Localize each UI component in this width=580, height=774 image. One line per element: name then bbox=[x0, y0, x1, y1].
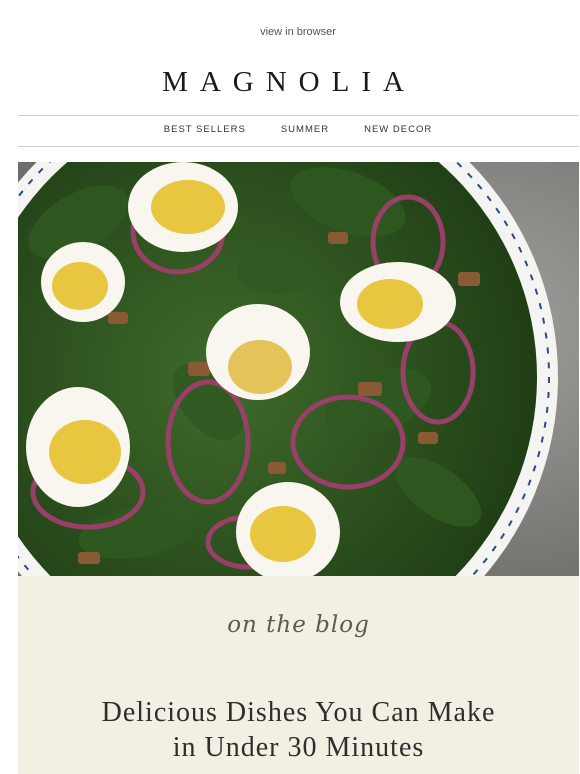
brand-logo[interactable]: MAGNOLIA bbox=[0, 66, 566, 99]
nav-item-summer[interactable]: SUMMER bbox=[281, 124, 329, 135]
blog-kicker: on the blog bbox=[227, 612, 370, 638]
nav-item-new-decor[interactable]: NEW DECOR bbox=[364, 124, 432, 135]
view-in-browser-link[interactable]: view in browser bbox=[0, 26, 580, 38]
primary-nav: BEST SELLERS SUMMER NEW DECOR bbox=[0, 124, 580, 135]
headline-line-2: in Under 30 Minutes bbox=[172, 732, 425, 763]
headline-line-1: Delicious Dishes You Can Make bbox=[101, 697, 496, 728]
promo-headline[interactable]: Delicious Dishes You Can Make in Under 3… bbox=[18, 695, 579, 765]
divider-bottom bbox=[18, 146, 579, 147]
hero-image[interactable] bbox=[18, 162, 579, 576]
email-header: view in browser bbox=[0, 0, 580, 64]
salad-illustration bbox=[18, 162, 579, 576]
divider-top bbox=[18, 115, 579, 116]
blog-promo: on the blog Delicious Dishes You Can Mak… bbox=[18, 576, 579, 774]
nav-item-best-sellers[interactable]: BEST SELLERS bbox=[164, 124, 246, 135]
